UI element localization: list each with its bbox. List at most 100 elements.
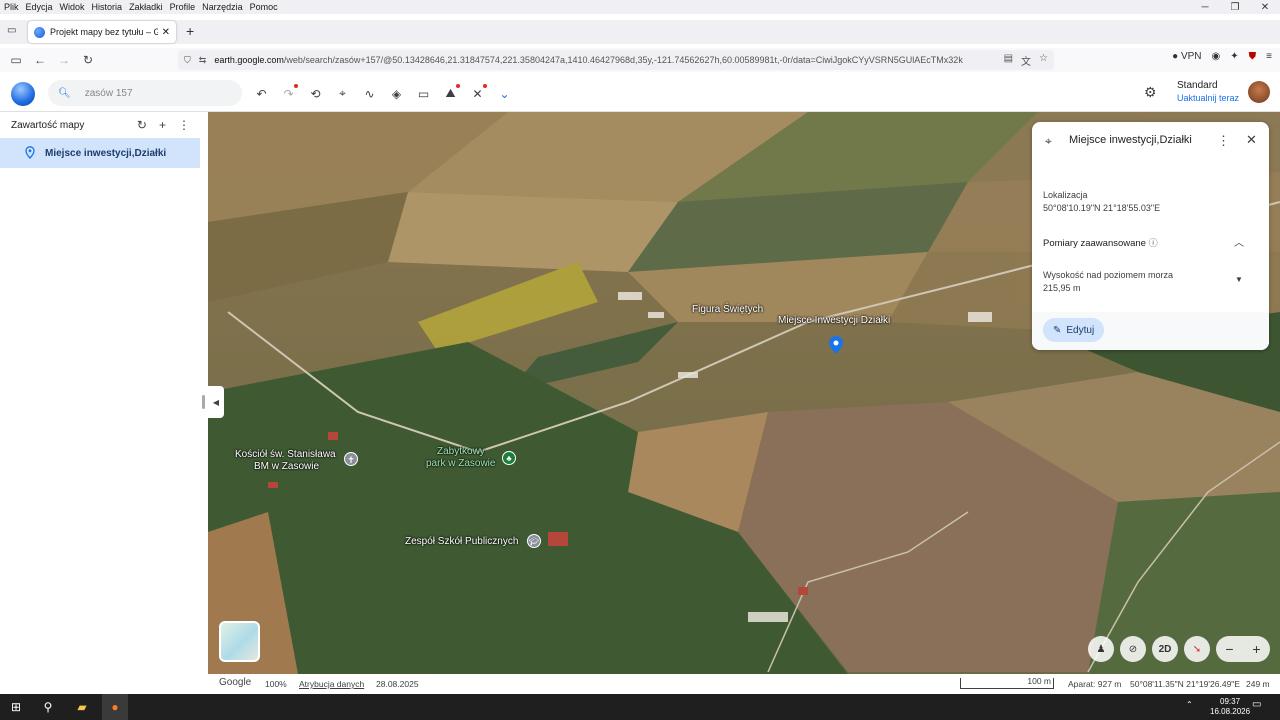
map-content-sidebar: Zawartość mapy ↻ + ⋮ Miejsce inwestycji,… bbox=[0, 112, 200, 672]
menu-view[interactable]: Widok bbox=[60, 2, 85, 12]
compass-icon[interactable]: ➘ bbox=[1184, 636, 1210, 662]
advanced-measurements-header[interactable]: Pomiary zaawansowane ⓘ bbox=[1043, 236, 1158, 249]
menu-profiles[interactable]: Profile bbox=[170, 2, 196, 12]
cursor-coordinates: 50°08'11.35"N 21°19'26.49"E bbox=[1130, 679, 1240, 689]
close-window-button[interactable]: ✕ bbox=[1250, 0, 1280, 20]
google-earth-logo[interactable] bbox=[11, 82, 35, 106]
more-vert-icon[interactable]: ⋮ bbox=[178, 118, 190, 132]
collapse-sidebar-button[interactable]: ◀ bbox=[208, 386, 224, 418]
back-icon[interactable]: ← bbox=[28, 53, 52, 67]
map-label-szkola[interactable]: Zespół Szkół Publicznych bbox=[405, 536, 518, 547]
minimize-button[interactable]: ─ bbox=[1190, 0, 1220, 20]
add-placemark-icon[interactable]: ⌖ bbox=[333, 84, 352, 103]
url-text: earth.google.com/web/search/zasów+157/@5… bbox=[214, 55, 1003, 65]
info-panel-footer: ✎ Edytuj bbox=[1032, 312, 1269, 350]
file-explorer-icon[interactable]: ▰ bbox=[73, 698, 91, 716]
location-value: 50°08'10.19"N 21°18'55.03"E bbox=[1043, 203, 1161, 213]
firefox-icon[interactable]: ● bbox=[106, 698, 124, 716]
project-icon[interactable]: ⛰ bbox=[441, 84, 460, 103]
map-label-kosciol-2[interactable]: BM w Zasowie bbox=[254, 461, 319, 472]
refresh-icon[interactable]: ↻ bbox=[137, 118, 147, 132]
map-label-kosciol-1[interactable]: Kościół św. Stanisława bbox=[235, 449, 336, 460]
window-controls: ─ ❐ ✕ bbox=[1190, 0, 1280, 20]
sidebar-item-label: Miejsce inwestycji,Działki bbox=[45, 147, 167, 159]
menu-tools[interactable]: Narzędzia bbox=[202, 2, 243, 12]
cursor-elevation: 249 m bbox=[1246, 679, 1270, 689]
new-tab-button[interactable]: + bbox=[186, 23, 194, 39]
add-path-icon[interactable]: ∿ bbox=[360, 84, 379, 103]
upgrade-link[interactable]: Uaktualnij teraz bbox=[1177, 92, 1239, 104]
address-bar[interactable]: ⛉ ⇆ earth.google.com/web/search/zasów+15… bbox=[178, 50, 1054, 70]
system-clock[interactable]: 09:37 16.08.2026 bbox=[1210, 697, 1250, 717]
forward-icon[interactable]: → bbox=[52, 53, 76, 67]
elevation-value: 215,95 m bbox=[1043, 283, 1081, 293]
map-label-figura[interactable]: Figura Świętych bbox=[692, 304, 763, 315]
account-extension-icon[interactable]: ◉ bbox=[1212, 51, 1221, 62]
map-label-miejsce[interactable]: Miejsce Inwestycji Działki bbox=[778, 315, 890, 326]
selected-placemark-icon[interactable] bbox=[829, 336, 843, 354]
restore-button[interactable]: ❐ bbox=[1220, 0, 1250, 20]
edit-button[interactable]: ✎ Edytuj bbox=[1043, 318, 1105, 342]
url-domain: earth.google.com bbox=[214, 55, 284, 65]
placemark-icon bbox=[25, 146, 35, 159]
school-icon[interactable]: 🎓︎ bbox=[527, 534, 541, 548]
pegman-icon[interactable]: ♟ bbox=[1088, 636, 1114, 662]
chevron-down-icon[interactable]: ⌄ bbox=[495, 84, 514, 103]
measure-icon[interactable]: ▭ bbox=[414, 84, 433, 103]
attribution-link[interactable]: Atrybucja danych bbox=[299, 679, 364, 689]
menu-history[interactable]: Historia bbox=[92, 2, 123, 12]
panel-resize-handle[interactable] bbox=[202, 395, 205, 409]
reload-icon[interactable]: ↻ bbox=[76, 53, 100, 67]
avatar[interactable] bbox=[1248, 81, 1270, 103]
menu-bookmarks[interactable]: Zakładki bbox=[129, 2, 163, 12]
dropdown-arrow-icon[interactable]: ▼ bbox=[1235, 275, 1243, 284]
permissions-icon[interactable]: ⇆ bbox=[199, 55, 207, 66]
search-box[interactable]: 🔍︎ zasów 157 bbox=[48, 80, 242, 106]
translate-icon[interactable]: 文 bbox=[1021, 53, 1031, 68]
map-label-park-2[interactable]: park w Zasowie bbox=[426, 458, 495, 469]
sidebar-toggle-icon[interactable]: ▭ bbox=[4, 53, 28, 67]
map-style-thumbnail[interactable] bbox=[219, 621, 260, 662]
shield-icon[interactable]: ⛉ bbox=[184, 55, 191, 66]
zoom-in-button[interactable]: + bbox=[1252, 641, 1260, 657]
layers-icon[interactable]: ◈ bbox=[387, 84, 406, 103]
more-vert-icon[interactable]: ⋮ bbox=[1217, 133, 1230, 149]
extensions-icon[interactable]: ✦ bbox=[1230, 51, 1238, 62]
search-input[interactable]: zasów 157 bbox=[85, 88, 133, 99]
edit-label: Edytuj bbox=[1066, 324, 1095, 336]
add-icon[interactable]: + bbox=[159, 118, 166, 132]
tools-icon[interactable]: ✕ bbox=[468, 84, 487, 103]
sidebar-item-miejsce-inwestycji[interactable]: Miejsce inwestycji,Działki bbox=[0, 138, 200, 168]
app-menu-icon[interactable]: ≡ bbox=[1266, 51, 1272, 62]
chevron-up-icon[interactable]: ︿ bbox=[1234, 234, 1244, 249]
tray-chevron-icon[interactable]: ⌃ bbox=[1186, 700, 1193, 709]
reader-view-icon[interactable]: ▤ bbox=[1004, 53, 1013, 68]
undo-icon[interactable]: ↶ bbox=[252, 84, 271, 103]
search-icon[interactable]: ⚲ bbox=[39, 698, 57, 716]
map-controls: ♟ ⊘ 2D ➘ bbox=[1088, 636, 1210, 662]
ublock-icon[interactable]: ⛊ bbox=[1249, 51, 1257, 62]
2d-toggle-button[interactable]: 2D bbox=[1152, 636, 1178, 662]
tab-google-earth[interactable]: Projekt mapy bez tytułu – Google Earth ✕ bbox=[28, 21, 176, 43]
map-label-park-1[interactable]: Zabytkowy bbox=[437, 446, 485, 457]
menu-edit[interactable]: Edycja bbox=[26, 2, 53, 12]
zoom-out-button[interactable]: − bbox=[1225, 641, 1233, 657]
vpn-button[interactable]: ● VPN bbox=[1172, 51, 1201, 62]
clock-time: 09:37 bbox=[1220, 697, 1241, 706]
menu-help[interactable]: Pomoc bbox=[250, 2, 278, 12]
park-tree-icon[interactable]: ♣ bbox=[502, 451, 516, 465]
notifications-icon[interactable]: ▭ bbox=[1252, 699, 1261, 710]
church-icon[interactable]: ✝ bbox=[344, 452, 358, 466]
windows-start-icon[interactable]: ⊞ bbox=[7, 698, 25, 716]
compass-reset-icon[interactable]: ⊘ bbox=[1120, 636, 1146, 662]
menu-file[interactable]: Plik bbox=[4, 2, 19, 12]
tab-overview-icon[interactable]: ▭ bbox=[7, 25, 16, 36]
history-icon[interactable]: ⟲ bbox=[306, 84, 325, 103]
redo-icon[interactable]: ↷ bbox=[279, 84, 298, 103]
info-icon[interactable]: ⓘ bbox=[1149, 238, 1158, 248]
bookmark-star-icon[interactable]: ☆ bbox=[1039, 53, 1048, 68]
tab-close-icon[interactable]: ✕ bbox=[162, 27, 170, 38]
settings-gear-icon[interactable]: ⚙ bbox=[1144, 84, 1157, 101]
sidebar-title: Zawartość mapy bbox=[11, 119, 85, 131]
close-icon[interactable]: ✕ bbox=[1246, 132, 1257, 148]
